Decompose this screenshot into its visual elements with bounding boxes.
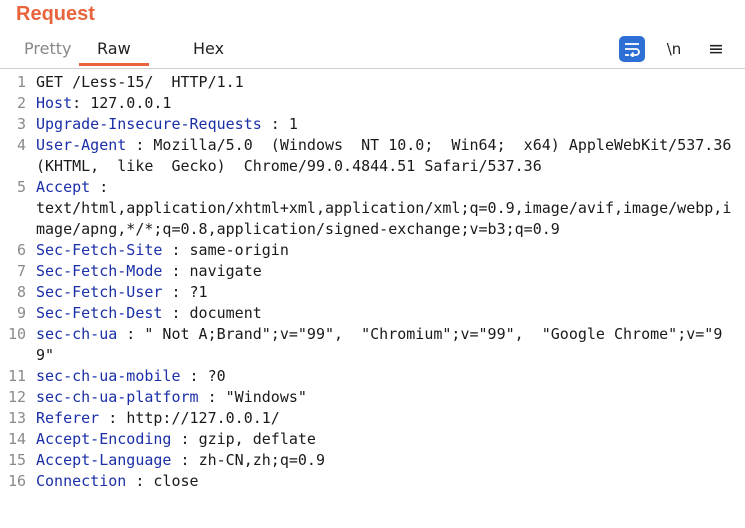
line-number: 15	[7, 451, 26, 469]
request-line[interactable]: Sec-Fetch-Mode : navigate	[36, 261, 736, 282]
header-name: Accept	[36, 178, 91, 196]
header-separator: :	[162, 262, 190, 280]
request-line[interactable]: sec-ch-ua : " Not A;Brand";v="99", "Chro…	[36, 324, 736, 366]
header-separator: :	[171, 451, 199, 469]
line-number: 3	[16, 115, 26, 133]
request-line[interactable]: User-Agent : Mozilla/5.0 (Windows NT 10.…	[36, 135, 736, 177]
header-value: 1	[288, 115, 298, 133]
line-number: 8	[16, 283, 26, 301]
line-number: 2	[16, 94, 26, 112]
header-value: text/html,application/xhtml+xml,applicat…	[36, 199, 732, 238]
tab-hex[interactable]: Hex	[193, 34, 224, 64]
header-value: ?1	[189, 283, 208, 301]
header-separator: :	[90, 178, 109, 196]
line-number: 12	[7, 388, 26, 406]
request-line[interactable]: Upgrade-Insecure-Requests : 1	[36, 114, 736, 135]
header-name: Sec-Fetch-User	[36, 283, 163, 301]
request-line[interactable]: Connection : close	[36, 471, 736, 492]
header-separator: :	[117, 325, 145, 343]
header-name: Sec-Fetch-Dest	[36, 304, 163, 322]
header-separator: :	[198, 388, 226, 406]
wrap-text-button[interactable]	[619, 36, 645, 62]
request-editor[interactable]: 1 2 3 4 5 6 7 8 9 10 11 12 13 14 15 16 GET /Less-15/ HT…	[0, 72, 745, 528]
header-name: Sec-Fetch-Mode	[36, 262, 163, 280]
line-number-gutter: 1 2 3 4 5 6 7 8 9 10 11 12 13 14 15 16	[0, 72, 30, 528]
header-name: Referer	[36, 409, 100, 427]
header-separator: :	[72, 94, 91, 112]
tab-pretty[interactable]: Pretty	[24, 34, 71, 64]
header-separator: :	[171, 430, 199, 448]
request-line[interactable]: Referer : http://127.0.0.1/	[36, 408, 736, 429]
header-name: Accept-Language	[36, 451, 172, 469]
header-separator: :	[162, 304, 190, 322]
header-separator: :	[162, 283, 190, 301]
line-number: 10	[7, 325, 26, 343]
header-separator: :	[126, 136, 154, 154]
header-separator: :	[99, 409, 127, 427]
line-number: 11	[7, 367, 26, 385]
header-separator: :	[126, 472, 154, 490]
header-value: close	[153, 472, 199, 490]
header-value: http://127.0.0.1/	[126, 409, 280, 427]
header-name: Sec-Fetch-Site	[36, 241, 163, 259]
line-number: 6	[16, 241, 26, 259]
header-name: Upgrade-Insecure-Requests	[36, 115, 262, 133]
line-number: 5	[16, 178, 26, 196]
header-value: gzip, deflate	[198, 430, 316, 448]
header-name: sec-ch-ua	[36, 325, 118, 343]
header-name: sec-ch-ua-platform	[36, 388, 199, 406]
header-separator: :	[180, 367, 208, 385]
request-line[interactable]: GET /Less-15/ HTTP/1.1	[36, 72, 736, 93]
header-name: Connection	[36, 472, 127, 490]
request-text[interactable]: GET /Less-15/ HTTP/1.1 Host: 127.0.0.1 Upg…	[36, 72, 736, 492]
line-number: 7	[16, 262, 26, 280]
header-name: Accept-Encoding	[36, 430, 172, 448]
line-number: 14	[7, 430, 26, 448]
request-line[interactable]: Accept-Language : zh-CN,zh;q=0.9	[36, 450, 736, 471]
panel-title: Request	[16, 3, 95, 25]
header-value: navigate	[189, 262, 262, 280]
menu-button[interactable]: ≡	[703, 36, 729, 62]
request-line[interactable]: sec-ch-ua-platform : "Windows"	[36, 387, 736, 408]
request-line[interactable]: Sec-Fetch-Site : same-origin	[36, 240, 736, 261]
header-value: document	[189, 304, 262, 322]
line-number: 13	[7, 409, 26, 427]
request-line[interactable]: Sec-Fetch-User : ?1	[36, 282, 736, 303]
request-line[interactable]: Accept : text/html,application/xhtml+xml…	[36, 177, 736, 240]
header-value: "Windows"	[225, 388, 307, 406]
request-line[interactable]: sec-ch-ua-mobile : ?0	[36, 366, 736, 387]
editor-toolbar: \n ≡	[603, 36, 729, 62]
request-line[interactable]: Host: 127.0.0.1	[36, 93, 736, 114]
header-value: zh-CN,zh;q=0.9	[198, 451, 325, 469]
header-value: 127.0.0.1	[90, 94, 172, 112]
header-separator: :	[261, 115, 289, 133]
header-separator: :	[162, 241, 190, 259]
line-number: 1	[16, 73, 26, 91]
header-name: Host	[36, 94, 73, 112]
tab-raw[interactable]: Raw	[79, 34, 149, 66]
show-newlines-button[interactable]: \n	[661, 36, 687, 62]
show-newlines-icon: \n	[666, 40, 682, 58]
header-value: ?0	[207, 367, 226, 385]
request-line[interactable]: Accept-Encoding : gzip, deflate	[36, 429, 736, 450]
line-number: 9	[16, 304, 26, 322]
request-line-text: GET /Less-15/ HTTP/1.1	[36, 73, 244, 91]
wrap-text-icon	[625, 43, 640, 57]
header-name: User-Agent	[36, 136, 127, 154]
request-line[interactable]: Sec-Fetch-Dest : document	[36, 303, 736, 324]
hamburger-menu-icon: ≡	[708, 38, 724, 60]
tab-divider	[0, 68, 745, 69]
header-value: same-origin	[189, 241, 289, 259]
line-number: 16	[7, 472, 26, 490]
header-name: sec-ch-ua-mobile	[36, 367, 181, 385]
line-number: 4	[16, 136, 26, 154]
